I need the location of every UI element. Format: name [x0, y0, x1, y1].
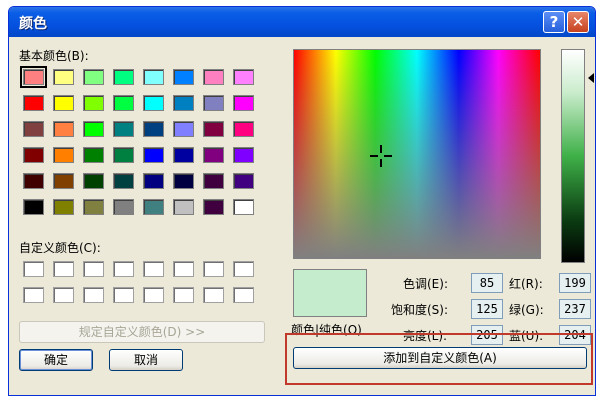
- basic-color-swatch[interactable]: [173, 121, 194, 137]
- basic-color-swatch[interactable]: [203, 95, 224, 111]
- basic-color-swatch[interactable]: [113, 69, 134, 85]
- custom-color-slot[interactable]: [113, 287, 134, 303]
- title-bar[interactable]: 颜色 ? ✕: [9, 7, 595, 37]
- basic-color-swatch[interactable]: [233, 147, 254, 163]
- window-title: 颜色: [19, 16, 47, 32]
- basic-color-swatch[interactable]: [173, 173, 194, 189]
- basic-color-swatch[interactable]: [173, 147, 194, 163]
- custom-color-slot[interactable]: [233, 261, 254, 277]
- basic-color-swatch[interactable]: [83, 199, 104, 215]
- basic-color-swatch[interactable]: [53, 95, 74, 111]
- basic-color-swatch[interactable]: [113, 95, 134, 111]
- custom-color-slot[interactable]: [143, 287, 164, 303]
- custom-color-slot[interactable]: [83, 287, 104, 303]
- basic-color-swatch[interactable]: [20, 66, 47, 88]
- basic-color-swatch[interactable]: [203, 147, 224, 163]
- basic-color-swatch[interactable]: [173, 69, 194, 85]
- custom-color-slot[interactable]: [53, 287, 74, 303]
- saturation-label: 饱和度(S):: [391, 303, 449, 317]
- basic-colors-label: 基本颜色(B):: [19, 49, 89, 63]
- basic-color-swatch[interactable]: [233, 69, 254, 85]
- basic-color-swatch[interactable]: [83, 95, 104, 111]
- custom-color-slot[interactable]: [173, 261, 194, 277]
- basic-color-swatch[interactable]: [203, 69, 224, 85]
- hue-label: 色调(E):: [403, 277, 448, 291]
- basic-color-swatch[interactable]: [143, 95, 164, 111]
- basic-color-swatch[interactable]: [233, 173, 254, 189]
- add-to-custom-colors-button[interactable]: 添加到自定义颜色(A): [293, 347, 587, 369]
- red-input[interactable]: 199: [559, 273, 591, 293]
- basic-color-swatch[interactable]: [23, 121, 44, 137]
- close-button[interactable]: ✕: [567, 11, 589, 33]
- basic-color-swatch[interactable]: [203, 121, 224, 137]
- custom-colors-label: 自定义颜色(C):: [19, 241, 101, 255]
- basic-color-swatch[interactable]: [83, 173, 104, 189]
- color-spectrum[interactable]: [293, 49, 541, 259]
- help-button[interactable]: ?: [543, 11, 565, 33]
- red-label: 红(R):: [509, 277, 543, 291]
- custom-color-slot[interactable]: [143, 261, 164, 277]
- basic-color-swatch[interactable]: [173, 199, 194, 215]
- basic-color-swatch[interactable]: [143, 147, 164, 163]
- basic-color-swatch[interactable]: [233, 199, 254, 215]
- basic-color-swatch[interactable]: [23, 173, 44, 189]
- basic-color-swatch[interactable]: [173, 95, 194, 111]
- basic-color-swatch[interactable]: [113, 147, 134, 163]
- basic-color-swatch[interactable]: [83, 69, 104, 85]
- luminance-slider[interactable]: [561, 49, 585, 263]
- basic-color-swatch[interactable]: [23, 199, 44, 215]
- basic-color-swatch[interactable]: [23, 147, 44, 163]
- custom-color-slot[interactable]: [83, 261, 104, 277]
- green-input[interactable]: 237: [559, 299, 591, 319]
- basic-color-swatch[interactable]: [233, 121, 254, 137]
- basic-color-swatch[interactable]: [143, 199, 164, 215]
- basic-color-swatch[interactable]: [143, 121, 164, 137]
- basic-color-swatch[interactable]: [53, 173, 74, 189]
- green-label: 绿(G):: [509, 303, 544, 317]
- basic-color-swatch[interactable]: [83, 147, 104, 163]
- color-dialog: 颜色 ? ✕ 基本颜色(B): 自定义颜色(C): 规定自定义颜色(D) >> …: [8, 6, 596, 396]
- custom-color-slot[interactable]: [113, 261, 134, 277]
- basic-color-swatch[interactable]: [83, 121, 104, 137]
- basic-color-swatch[interactable]: [203, 199, 224, 215]
- basic-color-swatch[interactable]: [143, 173, 164, 189]
- basic-color-swatch[interactable]: [113, 121, 134, 137]
- custom-color-slot[interactable]: [233, 287, 254, 303]
- custom-color-slot[interactable]: [173, 287, 194, 303]
- luminance-pointer-icon[interactable]: [588, 73, 594, 83]
- crosshair-icon: [370, 145, 392, 167]
- basic-color-swatch[interactable]: [203, 173, 224, 189]
- basic-color-swatch[interactable]: [23, 95, 44, 111]
- basic-color-swatch[interactable]: [113, 173, 134, 189]
- basic-color-swatch[interactable]: [113, 199, 134, 215]
- ok-button[interactable]: 确定: [19, 349, 93, 371]
- custom-color-slot[interactable]: [203, 287, 224, 303]
- basic-color-swatch[interactable]: [233, 95, 254, 111]
- custom-color-slot[interactable]: [203, 261, 224, 277]
- basic-color-swatch[interactable]: [53, 147, 74, 163]
- define-custom-colors-button[interactable]: 规定自定义颜色(D) >>: [19, 321, 265, 343]
- basic-color-swatch[interactable]: [53, 69, 74, 85]
- custom-color-slot[interactable]: [23, 261, 44, 277]
- cancel-button[interactable]: 取消: [109, 349, 183, 371]
- basic-color-swatch[interactable]: [53, 199, 74, 215]
- color-preview: [293, 269, 367, 317]
- basic-color-swatch[interactable]: [143, 69, 164, 85]
- hue-input[interactable]: 85: [471, 273, 503, 293]
- custom-color-slot[interactable]: [53, 261, 74, 277]
- saturation-input[interactable]: 125: [471, 299, 503, 319]
- custom-color-slot[interactable]: [23, 287, 44, 303]
- basic-color-swatch[interactable]: [53, 121, 74, 137]
